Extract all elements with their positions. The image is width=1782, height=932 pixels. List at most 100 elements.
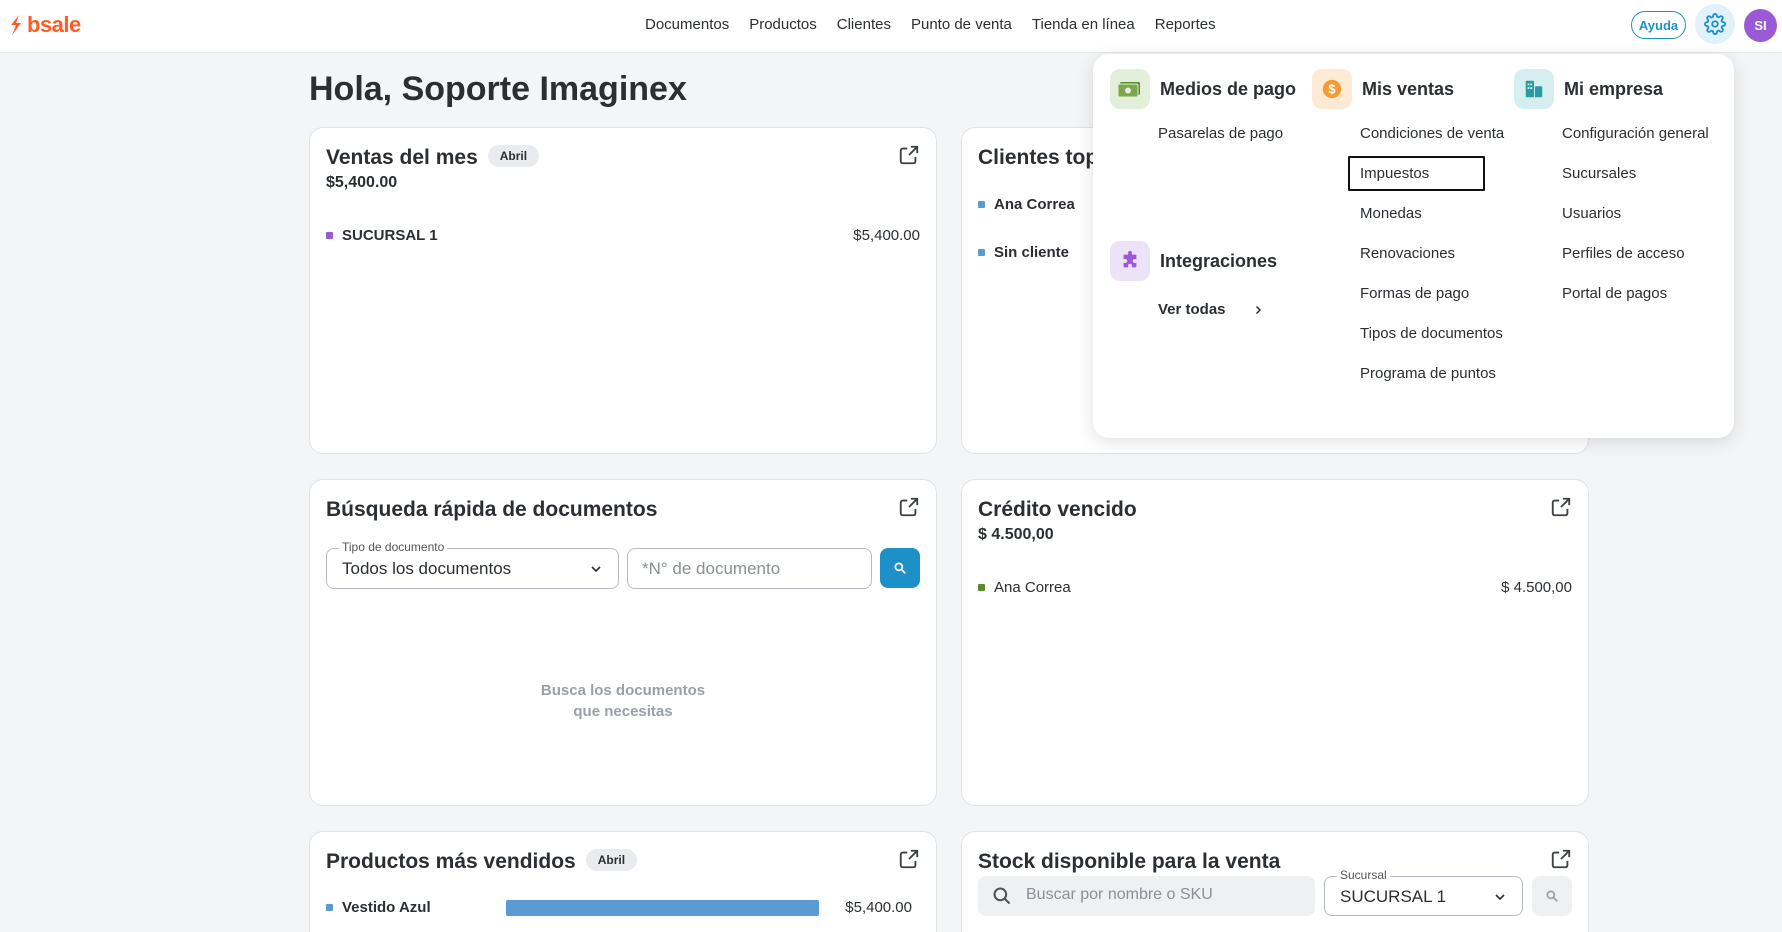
stock-search-button[interactable]: [1532, 876, 1572, 916]
producto-value: $5,400.00: [845, 899, 912, 916]
busqueda-card: Búsqueda rápida de documentos Tipo de do…: [309, 479, 937, 806]
open-external-icon[interactable]: [898, 496, 920, 518]
clientes-row-label: Ana Correa: [994, 196, 1075, 213]
empty-message: Busca los documentos que necesitas: [310, 680, 936, 722]
open-external-icon[interactable]: [898, 144, 920, 166]
chevron-down-icon: [1495, 894, 1505, 901]
menu-item-portal-pagos[interactable]: Portal de pagos: [1562, 285, 1667, 302]
tipo-documento-value: Todos los documentos: [342, 559, 512, 578]
empty-message-line2: que necesitas: [573, 703, 673, 720]
ventas-amount: $5,400.00: [326, 174, 398, 191]
open-external-icon[interactable]: [898, 848, 920, 870]
legend-square: [978, 201, 985, 208]
ver-todas-label: Ver todas: [1158, 301, 1226, 318]
menu-item-usuarios[interactable]: Usuarios: [1562, 205, 1621, 222]
integraciones-title: Integraciones: [1160, 250, 1278, 271]
nav-productos[interactable]: Productos: [749, 16, 817, 33]
bsale-logo[interactable]: bsale: [8, 12, 81, 38]
nav-documentos[interactable]: Documentos: [645, 16, 729, 33]
search-button[interactable]: [880, 548, 920, 588]
month-badge: Abril: [487, 145, 540, 168]
busqueda-title: Búsqueda rápida de documentos: [326, 498, 658, 521]
productos-title-text: Productos más vendidos: [326, 850, 576, 873]
bar-track: [506, 899, 819, 916]
medios-title: Medios de pago: [1160, 78, 1297, 99]
ventas-row-label: SUCURSAL 1: [342, 227, 438, 244]
money-icon: [1110, 69, 1150, 109]
list-item: Ana Correa $ 4.500,00: [978, 579, 1572, 596]
producto-bar: [506, 899, 819, 916]
main-nav: Documentos Productos Clientes Punto de v…: [645, 16, 1216, 33]
stock-title: Stock disponible para la venta: [978, 850, 1281, 873]
ventas-row-value: $5,400.00: [853, 227, 920, 244]
search-icon: [894, 562, 906, 574]
nav-reportes[interactable]: Reportes: [1155, 16, 1216, 33]
ventas-title: Ventas del mes Abril: [326, 145, 540, 170]
gear-icon: [1704, 13, 1726, 35]
stock-search-input[interactable]: Buscar por nombre o SKU: [978, 876, 1315, 916]
sucursal-select[interactable]: Sucursal SUCURSAL 1: [1324, 868, 1523, 916]
menu-item-programa-puntos[interactable]: Programa de puntos: [1360, 365, 1496, 382]
list-item: Vestido Azul $5,400.00: [326, 899, 912, 916]
legend-square: [978, 249, 985, 256]
sucursal-label: Sucursal: [1337, 868, 1390, 882]
top-bar: bsale Documentos Productos Clientes Punt…: [0, 0, 1782, 53]
clientes-row-label: Sin cliente: [994, 244, 1070, 261]
legend-square: [326, 904, 333, 911]
menu-item-formas-pago[interactable]: Formas de pago: [1360, 285, 1469, 302]
chevron-right-icon: [1255, 305, 1261, 314]
logo-text: bsale: [27, 12, 81, 37]
puzzle-icon: [1110, 241, 1150, 281]
legend-square: [978, 584, 985, 591]
numero-documento-input[interactable]: *N° de documento: [627, 548, 872, 589]
ventas-section-header: $ Mis ventas: [1312, 69, 1454, 109]
menu-item-configuracion-general[interactable]: Configuración general: [1562, 125, 1709, 142]
stock-search-placeholder: Buscar por nombre o SKU: [1026, 886, 1213, 903]
ventas-title-text: Ventas del mes: [326, 146, 478, 169]
legend-square: [326, 232, 333, 239]
ventas-menu-title: Mis ventas: [1362, 78, 1455, 99]
chevron-down-icon: [591, 566, 601, 573]
svg-text:$: $: [1328, 82, 1335, 97]
credito-title: Crédito vencido: [978, 498, 1137, 521]
ver-todas-link[interactable]: Ver todas: [1158, 301, 1264, 318]
month-badge: Abril: [585, 849, 638, 872]
nav-tienda-en-linea[interactable]: Tienda en línea: [1032, 16, 1135, 33]
empresa-title: Mi empresa: [1564, 78, 1664, 99]
open-external-icon[interactable]: [1550, 496, 1572, 518]
search-icon: [1546, 890, 1558, 902]
empresa-section-header: Mi empresa: [1514, 69, 1663, 109]
menu-item-impuestos[interactable]: Impuestos: [1348, 156, 1486, 191]
dollar-coin-icon: $: [1312, 69, 1352, 109]
bsale-logo-icon: [11, 15, 21, 35]
settings-button[interactable]: [1695, 4, 1735, 44]
menu-item-renovaciones[interactable]: Renovaciones: [1360, 245, 1455, 262]
list-item: SUCURSAL 1 $5,400.00: [326, 227, 920, 244]
credito-row-label: Ana Correa: [994, 579, 1071, 596]
menu-item-condiciones-venta[interactable]: Condiciones de venta: [1360, 125, 1504, 142]
clientes-title: Clientes top: [978, 146, 1099, 169]
medios-section-header: Medios de pago: [1110, 69, 1296, 109]
empty-message-line1: Busca los documentos: [540, 682, 706, 699]
menu-item-tipos-documentos[interactable]: Tipos de documentos: [1360, 325, 1503, 342]
tipo-documento-select[interactable]: Tipo de documento Todos los documentos: [326, 540, 619, 589]
menu-item-sucursales[interactable]: Sucursales: [1562, 165, 1636, 182]
stock-card: Stock disponible para la venta Buscar po…: [961, 831, 1589, 932]
menu-item-pasarelas[interactable]: Pasarelas de pago: [1158, 125, 1283, 142]
menu-item-perfiles-acceso[interactable]: Perfiles de acceso: [1562, 245, 1685, 262]
page-title: Hola, Soporte Imaginex: [309, 70, 687, 108]
building-icon: [1514, 69, 1554, 109]
open-external-icon[interactable]: [1550, 848, 1572, 870]
nav-punto-de-venta[interactable]: Punto de venta: [911, 16, 1012, 33]
menu-item-monedas[interactable]: Monedas: [1360, 205, 1422, 222]
productos-card: Productos más vendidos Abril Vestido Azul…: [309, 831, 937, 932]
credito-card: Crédito vencido $ 4.500,00 Ana Correa $ …: [961, 479, 1589, 806]
tipo-documento-label: Tipo de documento: [339, 540, 448, 554]
productos-title: Productos más vendidos Abril: [326, 849, 638, 874]
user-avatar[interactable]: SI: [1744, 9, 1777, 42]
integraciones-section-header: Integraciones: [1110, 241, 1277, 281]
help-button[interactable]: Ayuda: [1631, 11, 1686, 39]
credito-row-value: $ 4.500,00: [1501, 579, 1572, 596]
search-icon: [993, 887, 1011, 905]
nav-clientes[interactable]: Clientes: [837, 16, 891, 33]
